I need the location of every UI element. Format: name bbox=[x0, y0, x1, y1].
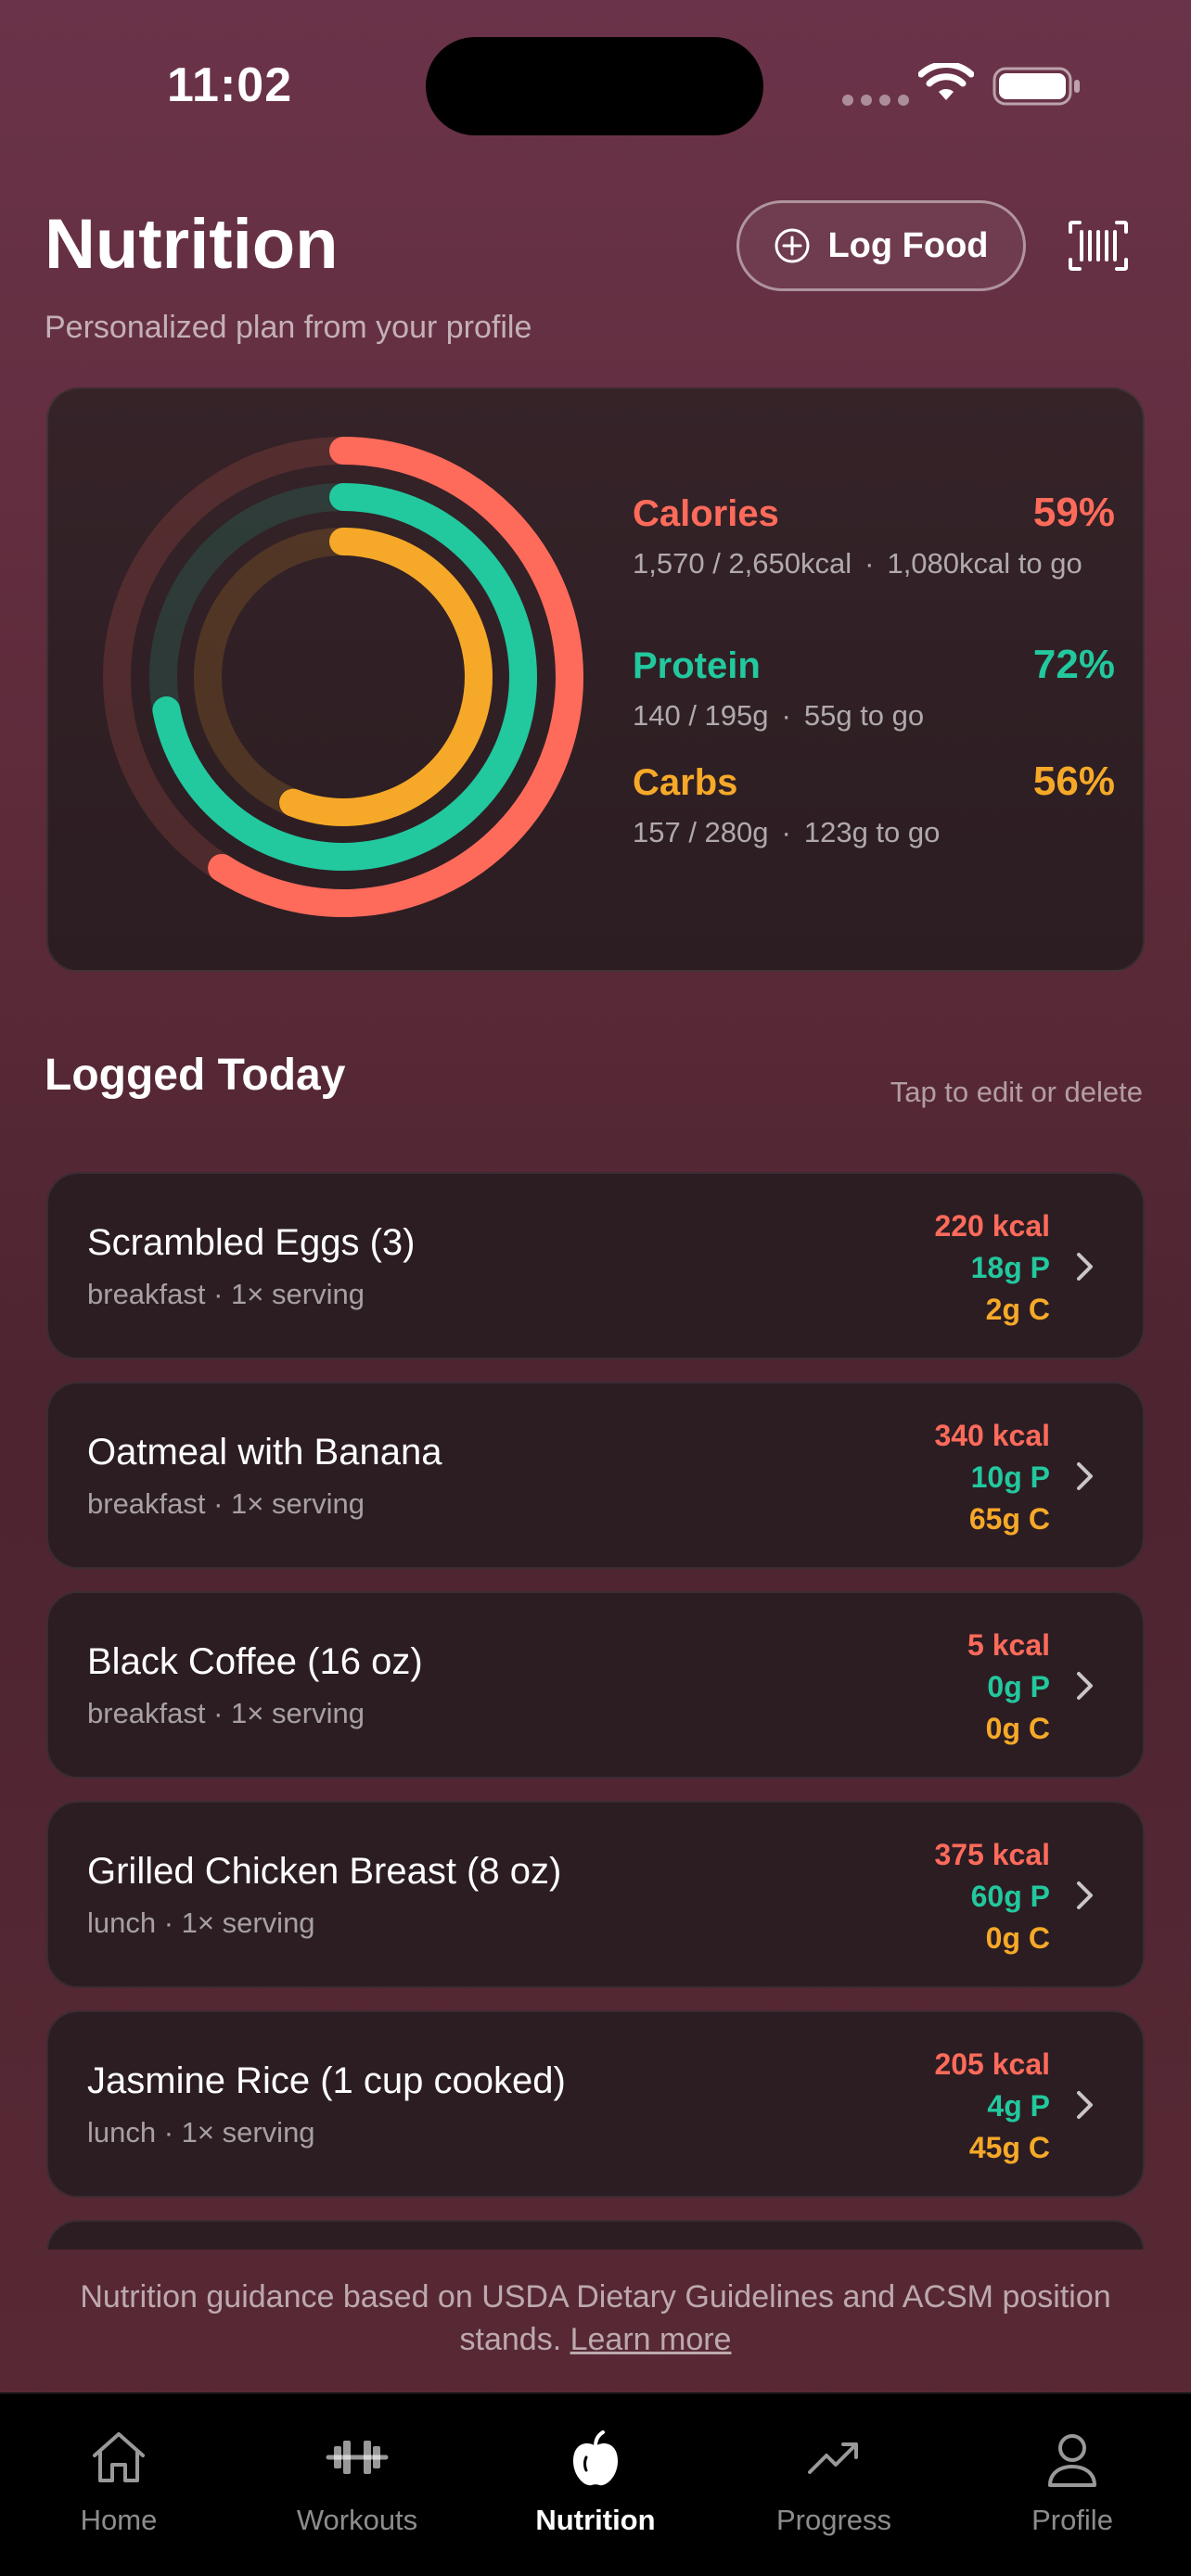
protein-consumed: 140 / 195g bbox=[633, 699, 769, 732]
person-icon bbox=[1048, 2434, 1096, 2487]
food-item[interactable] bbox=[46, 2220, 1145, 2250]
food-item[interactable]: Grilled Chicken Breast (8 oz) lunch · 1×… bbox=[46, 1801, 1145, 1988]
food-item[interactable]: Scrambled Eggs (3) breakfast · 1× servin… bbox=[46, 1172, 1145, 1359]
page-subtitle: Personalized plan from your profile bbox=[45, 310, 532, 345]
tab-nutrition[interactable]: Nutrition bbox=[477, 2394, 714, 2576]
food-kcal: 340 kcal bbox=[934, 1419, 1050, 1452]
apple-icon bbox=[573, 2430, 618, 2486]
food-protein: 4g P bbox=[987, 2089, 1050, 2123]
daily-summary-card[interactable]: Calories 59% 1,570 / 2,650kcal · 1,080kcal… bbox=[46, 388, 1145, 972]
logged-today-title: Logged Today bbox=[45, 1051, 346, 1100]
food-macros: 220 kcal 18g P 2g C bbox=[934, 1205, 1050, 1331]
protein-percent: 72% bbox=[1032, 642, 1115, 687]
tab-workouts[interactable]: Workouts bbox=[238, 2394, 476, 2576]
food-meta: lunch · 1× serving bbox=[87, 1906, 315, 1939]
learn-more-link[interactable]: Learn more bbox=[570, 2322, 732, 2357]
chevron-right-icon bbox=[1077, 1462, 1093, 1490]
protein-summary: Protein 72% 140 / 195g · 55g to go bbox=[633, 642, 1115, 734]
food-meta: breakfast · 1× serving bbox=[87, 1278, 365, 1310]
chevron-right-icon bbox=[1077, 1672, 1093, 1700]
wifi-icon bbox=[918, 63, 974, 100]
tab-label: Nutrition bbox=[535, 2504, 656, 2536]
carbs-summary: Carbs 56% 157 / 280g · 123g to go bbox=[633, 759, 1115, 851]
carbs-percent: 56% bbox=[1032, 759, 1115, 804]
trend-up-icon bbox=[808, 2442, 858, 2474]
tab-progress[interactable]: Progress bbox=[715, 2394, 953, 2576]
food-macros: 340 kcal 10g P 65g C bbox=[934, 1415, 1050, 1540]
tab-label: Progress bbox=[775, 2504, 892, 2536]
chevron-right-icon bbox=[1077, 2091, 1093, 2119]
protein-label: Protein bbox=[633, 645, 761, 686]
food-kcal: 205 kcal bbox=[934, 2047, 1050, 2081]
food-meta: breakfast · 1× serving bbox=[87, 1697, 365, 1729]
food-meta: breakfast · 1× serving bbox=[87, 1487, 365, 1520]
tab-profile[interactable]: Profile bbox=[954, 2394, 1191, 2576]
barcode-icon[interactable] bbox=[1067, 219, 1130, 273]
food-kcal: 5 kcal bbox=[967, 1628, 1050, 1662]
logged-today-hint: Tap to edit or delete bbox=[890, 1076, 1143, 1108]
carbs-detail: 157 / 280g · 123g to go bbox=[633, 816, 941, 848]
calories-remaining: 1,080kcal to go bbox=[887, 547, 1082, 580]
protein-detail: 140 / 195g · 55g to go bbox=[633, 699, 925, 732]
house-icon bbox=[93, 2432, 145, 2482]
food-item[interactable]: Jasmine Rice (1 cup cooked) lunch · 1× s… bbox=[46, 2010, 1145, 2198]
food-macros: 5 kcal 0g P 0g C bbox=[967, 1625, 1050, 1750]
tab-label: Workouts bbox=[296, 2504, 418, 2536]
status-bar: 11:02 bbox=[0, 0, 1191, 176]
food-carbs: 2g C bbox=[985, 1293, 1050, 1326]
food-name: Grilled Chicken Breast (8 oz) bbox=[87, 1851, 562, 1892]
food-carbs: 45g C bbox=[968, 2131, 1050, 2164]
page-title: Nutrition bbox=[45, 205, 339, 284]
food-protein: 10g P bbox=[970, 1460, 1050, 1494]
dumbbell-icon bbox=[326, 2441, 389, 2474]
food-macros: 375 kcal 60g P 0g C bbox=[934, 1834, 1050, 1959]
food-name: Oatmeal with Banana bbox=[87, 1432, 442, 1473]
carbs-consumed: 157 / 280g bbox=[633, 816, 769, 848]
food-kcal: 220 kcal bbox=[934, 1209, 1050, 1243]
food-carbs: 0g C bbox=[985, 1921, 1050, 1955]
calories-label: Calories bbox=[633, 493, 779, 534]
calories-summary: Calories 59% 1,570 / 2,650kcal · 1,080kcal… bbox=[633, 490, 1115, 582]
calories-percent: 59% bbox=[1032, 490, 1115, 535]
tab-bar: Home Workouts Nutrition Progress Profile bbox=[0, 2392, 1191, 2576]
food-protein: 60g P bbox=[970, 1880, 1050, 1913]
guidance-note: Nutrition guidance based on USDA Dietary… bbox=[56, 2276, 1135, 2361]
cellular-signal-icon bbox=[842, 95, 909, 106]
progress-rings bbox=[103, 437, 583, 917]
food-protein: 0g P bbox=[987, 1670, 1050, 1703]
food-log-list: Scrambled Eggs (3) breakfast · 1× servin… bbox=[46, 1172, 1145, 2250]
food-name: Jasmine Rice (1 cup cooked) bbox=[87, 2060, 566, 2101]
carbs-label: Carbs bbox=[633, 762, 738, 803]
battery-icon bbox=[992, 67, 1080, 106]
food-protein: 18g P bbox=[970, 1251, 1050, 1284]
log-food-button[interactable]: Log Food bbox=[736, 200, 1026, 291]
calories-consumed: 1,570 / 2,650kcal bbox=[633, 547, 852, 580]
tab-home[interactable]: Home bbox=[0, 2394, 237, 2576]
food-item[interactable]: Black Coffee (16 oz) breakfast · 1× serv… bbox=[46, 1591, 1145, 1779]
food-carbs: 0g C bbox=[985, 1712, 1050, 1745]
food-macros: 205 kcal 4g P 45g C bbox=[934, 2044, 1050, 2169]
status-time: 11:02 bbox=[167, 58, 293, 112]
food-meta: lunch · 1× serving bbox=[87, 2116, 315, 2149]
food-name: Scrambled Eggs (3) bbox=[87, 1222, 416, 1263]
chevron-right-icon bbox=[1077, 1881, 1093, 1909]
food-item[interactable]: Oatmeal with Banana breakfast · 1× servi… bbox=[46, 1382, 1145, 1569]
tab-label: Home bbox=[80, 2504, 158, 2536]
food-kcal: 375 kcal bbox=[934, 1838, 1050, 1871]
plus-circle-icon bbox=[775, 228, 810, 263]
log-food-label: Log Food bbox=[827, 225, 989, 265]
dynamic-island bbox=[426, 37, 763, 135]
tab-label: Profile bbox=[1031, 2504, 1113, 2536]
food-carbs: 65g C bbox=[968, 1502, 1050, 1536]
protein-remaining: 55g to go bbox=[803, 699, 925, 732]
chevron-right-icon bbox=[1077, 1253, 1093, 1281]
food-name: Black Coffee (16 oz) bbox=[87, 1641, 423, 1682]
carbs-remaining: 123g to go bbox=[803, 816, 941, 848]
calories-detail: 1,570 / 2,650kcal · 1,080kcal to go bbox=[633, 547, 1082, 580]
